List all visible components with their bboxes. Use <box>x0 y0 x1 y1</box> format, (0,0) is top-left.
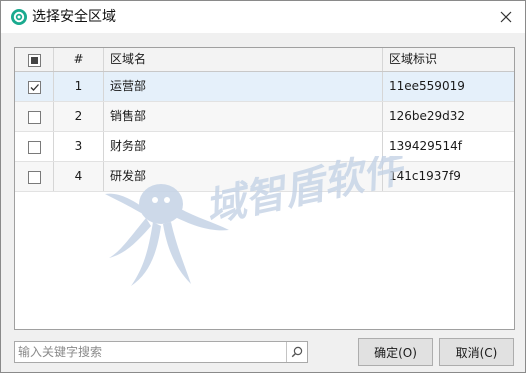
region-name: 销售部 <box>104 102 383 131</box>
table-row[interactable]: 2 销售部 126be29d32 <box>15 102 514 132</box>
search-button[interactable] <box>286 342 307 362</box>
row-checkbox[interactable] <box>28 170 41 184</box>
row-number: 2 <box>54 102 104 131</box>
column-header-number[interactable]: # <box>54 48 104 71</box>
row-checkbox[interactable] <box>28 140 41 154</box>
window-title: 选择安全区域 <box>32 9 116 25</box>
table-header: # 区域名 区域标识 <box>15 48 514 72</box>
app-logo-icon <box>11 9 27 25</box>
header-checkbox-cell <box>15 48 54 71</box>
region-id: 11ee559019 <box>389 79 465 93</box>
region-id: 126be29d32 <box>389 109 466 123</box>
table-row[interactable]: 4 研发部 141c1937f9 <box>15 162 514 192</box>
region-table: # 区域名 区域标识 1 运营部 11ee559019 2 销售部 126be2… <box>14 47 515 330</box>
table-row[interactable]: 3 财务部 139429514f <box>15 132 514 162</box>
search-box <box>14 341 308 363</box>
ok-button[interactable]: 确定(O) <box>358 338 433 366</box>
title-bar[interactable]: 选择安全区域 <box>1 1 525 33</box>
close-icon <box>500 11 512 23</box>
region-id: 139429514f <box>389 139 462 153</box>
row-checkbox[interactable] <box>28 110 41 124</box>
row-number: 1 <box>54 72 104 101</box>
dialog-window: 选择安全区域 # 区域名 区域标识 1 运营部 11ee559019 2 销售部… <box>0 0 526 373</box>
close-button[interactable] <box>493 5 519 29</box>
search-input[interactable] <box>15 342 288 362</box>
search-icon <box>291 346 303 358</box>
select-all-checkbox[interactable] <box>28 53 41 67</box>
table-row[interactable]: 1 运营部 11ee559019 <box>15 72 514 102</box>
region-id: 141c1937f9 <box>389 169 461 183</box>
column-header-region-name[interactable]: 区域名 <box>104 48 383 71</box>
region-name: 财务部 <box>104 132 383 161</box>
column-header-region-id[interactable]: 区域标识 <box>383 48 514 71</box>
region-name: 运营部 <box>104 72 383 101</box>
row-checkbox[interactable] <box>28 80 41 94</box>
region-name: 研发部 <box>104 162 383 191</box>
cancel-button[interactable]: 取消(C) <box>439 338 514 366</box>
row-number: 3 <box>54 132 104 161</box>
row-number: 4 <box>54 162 104 191</box>
